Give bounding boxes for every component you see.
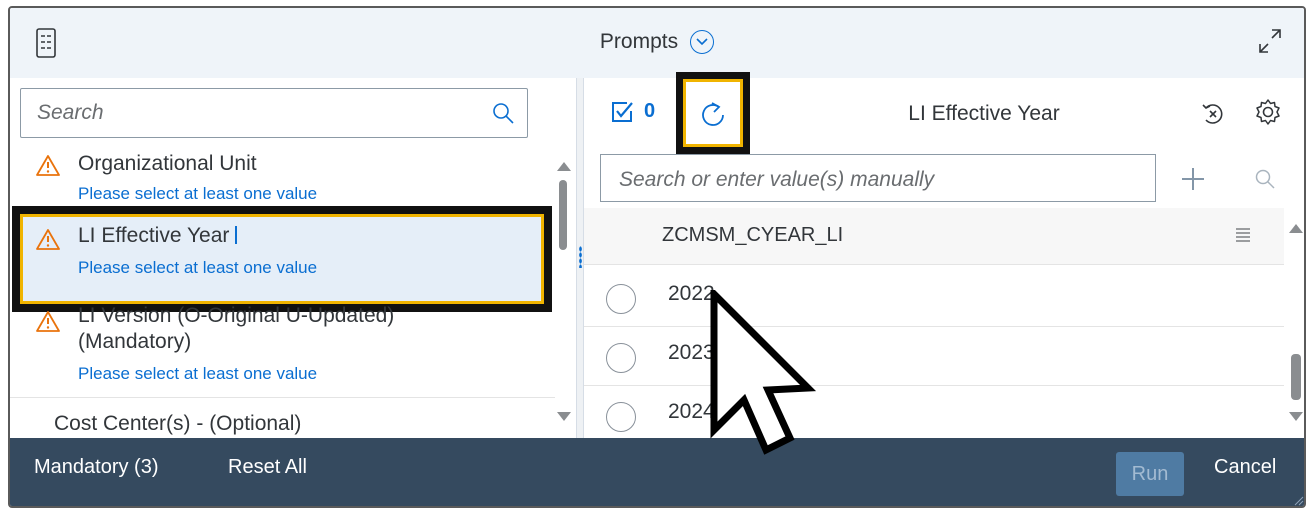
- value-pane-title: LI Effective Year: [908, 102, 1060, 125]
- dialog-footer: Mandatory (3) Reset All Run Cancel: [10, 438, 1304, 506]
- prompt-search-box: [20, 88, 528, 138]
- item-title-wrap: LI Effective Year: [78, 224, 238, 248]
- text-cursor: [235, 226, 238, 244]
- row-radio[interactable]: [606, 402, 636, 432]
- item-title: Cost Center(s) - (Optional): [54, 412, 302, 435]
- pane-splitter[interactable]: [576, 78, 584, 438]
- scroll-up-arrow[interactable]: [1289, 224, 1303, 233]
- list-item[interactable]: Cost Center(s) - (Optional): [10, 404, 555, 438]
- dialog-header: Prompts: [10, 8, 1304, 79]
- cancel-button[interactable]: Cancel: [1214, 456, 1276, 479]
- value-search-box: [600, 154, 1156, 202]
- checkbox-icon[interactable]: [610, 100, 634, 124]
- refresh-button-highlight[interactable]: [676, 72, 750, 154]
- list-item[interactable]: LI Version (O-Original U-Updated) (Manda…: [10, 304, 555, 398]
- gear-icon[interactable]: [1254, 98, 1282, 126]
- chevron-down-icon[interactable]: [690, 30, 715, 54]
- scroll-up-arrow[interactable]: [557, 162, 571, 171]
- splitter-grip[interactable]: [579, 246, 582, 268]
- clear-filter-icon[interactable]: [1201, 102, 1225, 126]
- row-radio[interactable]: [606, 284, 636, 314]
- item-title: LI Version (O-Original U-Updated): [78, 304, 395, 327]
- prompts-dialog: Prompts Search Organizational Unit Pleas…: [8, 6, 1306, 508]
- run-button[interactable]: Run: [1116, 452, 1184, 496]
- left-scrollbar[interactable]: [557, 162, 571, 432]
- refresh-icon[interactable]: [699, 98, 727, 128]
- dialog-title: Prompts: [599, 30, 679, 53]
- item-subtitle: Please select at least one value: [78, 258, 318, 277]
- value-pane: 0 LI Effective Year Search or enter valu…: [584, 72, 1304, 438]
- prompt-search-input[interactable]: [35, 100, 479, 126]
- scroll-down-arrow[interactable]: [1289, 412, 1303, 421]
- prompt-list: Organizational Unit Please select at lea…: [10, 148, 555, 438]
- values-table: ZCMSM_CYEAR_LI 2022 2023 2024: [584, 208, 1284, 438]
- right-scrollbar[interactable]: [1288, 224, 1304, 432]
- prompt-list-pane: Organizational Unit Please select at lea…: [10, 78, 576, 438]
- menu-icon[interactable]: [1234, 226, 1252, 244]
- value-search-input[interactable]: [617, 167, 1141, 193]
- scroll-down-arrow[interactable]: [557, 412, 571, 421]
- list-item-selected[interactable]: LI Effective Year Please select at least…: [10, 218, 555, 298]
- selected-count: 0: [644, 100, 656, 122]
- expand-icon[interactable]: [1258, 28, 1282, 54]
- table-row[interactable]: 2023: [584, 327, 1284, 386]
- plus-icon[interactable]: [1180, 166, 1206, 192]
- value-toolbar: 0 LI Effective Year: [584, 72, 1304, 154]
- table-row[interactable]: 2024: [584, 386, 1284, 438]
- table-row[interactable]: 2022: [584, 268, 1284, 327]
- warning-icon: [36, 155, 60, 176]
- column-header: ZCMSM_CYEAR_LI: [662, 224, 844, 246]
- item-title-line2: (Mandatory): [78, 330, 192, 353]
- scroll-thumb[interactable]: [1291, 354, 1301, 400]
- dialog-title-wrap: Prompts: [10, 30, 1304, 54]
- list-item[interactable]: Organizational Unit Please select at lea…: [10, 148, 555, 206]
- item-title: LI Effective Year: [78, 224, 230, 247]
- search-icon[interactable]: [1254, 168, 1276, 190]
- reset-all-button[interactable]: Reset All: [228, 456, 307, 479]
- search-icon[interactable]: [491, 101, 515, 125]
- item-subtitle: Please select at least one value: [78, 184, 318, 203]
- warning-icon: [36, 229, 60, 250]
- item-title: Organizational Unit: [78, 152, 257, 175]
- resize-grip-icon[interactable]: [1292, 494, 1304, 506]
- row-radio[interactable]: [606, 343, 636, 373]
- mandatory-button[interactable]: Mandatory (3): [34, 456, 159, 479]
- mouse-pointer-icon: [710, 290, 817, 455]
- item-subtitle: Please select at least one value: [78, 364, 318, 383]
- warning-icon: [36, 311, 60, 332]
- scroll-thumb[interactable]: [559, 180, 567, 250]
- table-header: ZCMSM_CYEAR_LI: [584, 208, 1284, 265]
